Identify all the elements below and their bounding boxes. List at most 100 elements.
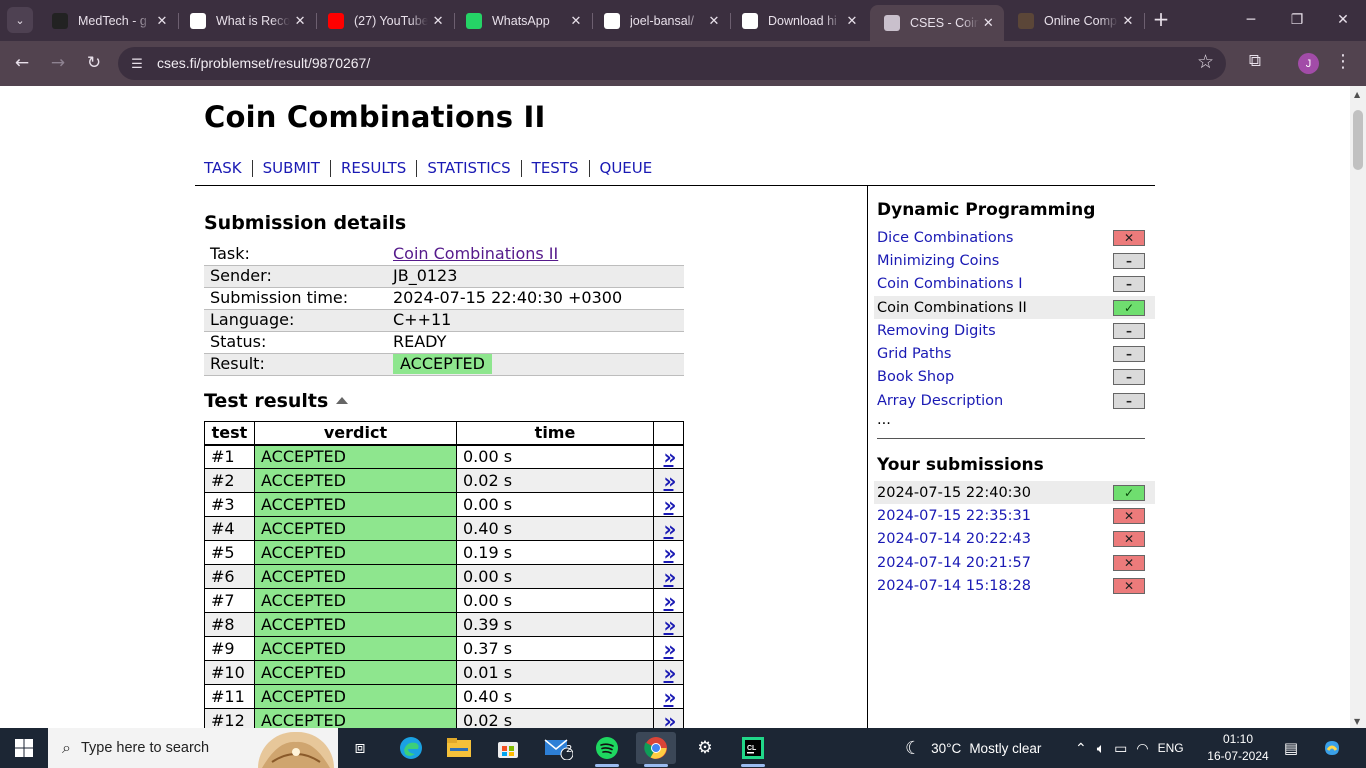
task-link[interactable]: Coin Combinations II	[393, 244, 558, 263]
browser-tab[interactable]: WhatsApp ✕	[452, 5, 593, 36]
copilot-icon[interactable]	[1312, 732, 1352, 764]
sidebar-problem-item[interactable]: Coin Combinations II ✓	[874, 295, 1155, 320]
forward-button[interactable]: →	[44, 49, 72, 77]
sidebar-problem-item[interactable]: Minimizing Coins –	[877, 249, 1155, 272]
nav-task[interactable]: TASK	[204, 160, 252, 177]
nav-submit[interactable]: SUBMIT	[251, 160, 330, 177]
view-test-link[interactable]: »	[653, 708, 684, 728]
profile-avatar[interactable]: J	[1298, 53, 1319, 74]
view-test-link[interactable]: »	[653, 660, 684, 685]
nav-tests[interactable]: TESTS	[520, 160, 589, 177]
search-highlight-image[interactable]	[258, 732, 334, 768]
close-tab-icon[interactable]: ✕	[428, 13, 448, 29]
sidebar-problem-item[interactable]: Coin Combinations I –	[877, 273, 1155, 296]
sidebar-problem-item[interactable]: Dice Combinations ✕	[877, 226, 1155, 249]
notifications-icon[interactable]: ▤	[1273, 732, 1309, 764]
submission-link[interactable]: 2024-07-14 20:22:43	[877, 531, 1031, 547]
problem-link[interactable]: Book Shop	[877, 369, 954, 385]
problem-link[interactable]: Dice Combinations	[877, 230, 1013, 246]
search-placeholder[interactable]: Type here to search	[81, 740, 209, 756]
browser-tab[interactable]: MedTech - g ✕	[38, 5, 179, 36]
close-tab-icon[interactable]: ✕	[152, 13, 172, 29]
browser-tab[interactable]: What is Reco ✕	[176, 5, 317, 36]
edge-icon[interactable]	[391, 732, 431, 764]
close-tab-icon[interactable]: ✕	[566, 13, 586, 29]
reload-button[interactable]: ↻	[80, 49, 108, 77]
back-button[interactable]: ←	[8, 49, 36, 77]
restore-button[interactable]: ❐	[1274, 0, 1320, 40]
browser-tab[interactable]: Download hi ✕	[728, 5, 868, 36]
scroll-thumb[interactable]	[1353, 110, 1363, 170]
mail-icon[interactable]: 2	[538, 732, 578, 764]
store-icon[interactable]	[488, 732, 528, 764]
close-tab-icon[interactable]: ✕	[704, 13, 724, 29]
sidebar-problem-item[interactable]: Array Description –	[877, 389, 1155, 412]
submission-item[interactable]: 2024-07-14 15:18:28 ✕	[877, 574, 1155, 597]
view-test-link[interactable]: »	[653, 636, 684, 661]
view-test-link[interactable]: »	[653, 588, 684, 613]
browser-tab[interactable]: joel-bansal/ ✕	[590, 5, 731, 36]
nav-statistics[interactable]: STATISTICS	[416, 160, 520, 177]
submission-item[interactable]: 2024-07-14 20:22:43 ✕	[877, 528, 1155, 551]
tab-search-button[interactable]: ⌄	[7, 7, 33, 33]
close-window-button[interactable]: ✕	[1320, 0, 1366, 40]
view-test-link[interactable]: »	[653, 684, 684, 709]
submission-link[interactable]: 2024-07-14 15:18:28	[877, 578, 1031, 594]
view-test-link[interactable]: »	[653, 540, 684, 565]
clion-icon[interactable]: CL	[733, 732, 773, 767]
language-indicator[interactable]: ENG	[1158, 741, 1184, 755]
problem-link[interactable]: Removing Digits	[877, 323, 996, 339]
problem-link[interactable]: Coin Combinations II	[877, 300, 1027, 316]
wifi-icon[interactable]: ◠	[1136, 740, 1148, 757]
settings-gear-icon[interactable]: ⚙	[685, 732, 725, 764]
scroll-down-arrow-icon[interactable]: ▼	[1354, 717, 1360, 726]
nav-queue[interactable]: QUEUE	[588, 160, 663, 177]
weather-widget[interactable]: ☾ 30°C Mostly clear	[905, 728, 1041, 768]
submission-item[interactable]: 2024-07-14 20:21:57 ✕	[877, 551, 1155, 574]
task-view-icon[interactable]: ⧈	[340, 732, 380, 764]
submission-item[interactable]: 2024-07-15 22:35:31 ✕	[877, 504, 1155, 527]
submission-link[interactable]: 2024-07-14 20:21:57	[877, 555, 1031, 571]
browser-menu-icon[interactable]: ⋮	[1334, 51, 1352, 75]
sidebar-problem-item[interactable]: Book Shop –	[877, 366, 1155, 389]
url-text[interactable]: cses.fi/problemset/result/9870267/	[157, 55, 370, 71]
battery-icon[interactable]: ▭	[1114, 740, 1127, 757]
chrome-icon[interactable]	[636, 732, 676, 767]
start-button[interactable]	[0, 728, 48, 768]
close-tab-icon[interactable]: ✕	[979, 15, 998, 31]
bookmark-star-icon[interactable]: ☆	[1197, 51, 1214, 73]
browser-tab[interactable]: Online Comp ✕	[1004, 5, 1145, 36]
problem-link[interactable]: Coin Combinations I	[877, 276, 1022, 292]
browser-tab[interactable]: (27) YouTube ✕	[314, 5, 455, 36]
submission-item[interactable]: 2024-07-15 22:40:30 ✓	[874, 481, 1155, 505]
view-test-link[interactable]: »	[653, 444, 684, 469]
page-scrollbar[interactable]: ▲ ▼	[1350, 86, 1366, 728]
taskbar-search-box[interactable]: ⌕ Type here to search	[48, 728, 338, 768]
submission-link[interactable]: 2024-07-15 22:40:30	[877, 485, 1031, 501]
view-test-link[interactable]: »	[653, 492, 684, 517]
submission-link[interactable]: 2024-07-15 22:35:31	[877, 508, 1031, 524]
scroll-up-arrow-icon[interactable]: ▲	[1354, 90, 1360, 99]
view-test-link[interactable]: »	[653, 516, 684, 541]
file-explorer-icon[interactable]	[439, 732, 479, 764]
spotify-icon[interactable]	[587, 732, 627, 767]
close-tab-icon[interactable]: ✕	[842, 13, 862, 29]
sidebar-problem-item[interactable]: Removing Digits –	[877, 319, 1155, 342]
nav-results[interactable]: RESULTS	[329, 160, 416, 177]
view-test-link[interactable]: »	[653, 612, 684, 637]
minimize-button[interactable]: ─	[1228, 0, 1274, 40]
new-tab-button[interactable]: +	[1150, 9, 1172, 31]
problem-link[interactable]: Array Description	[877, 393, 1003, 409]
extensions-icon[interactable]: ⧉	[1243, 51, 1267, 75]
browser-tab[interactable]: CSES - Coin ✕	[870, 5, 1004, 41]
address-bar[interactable]: ☰ cses.fi/problemset/result/9870267/ ☆	[118, 47, 1226, 80]
collapse-arrow-icon[interactable]	[336, 397, 349, 404]
volume-icon[interactable]: 🔈︎	[1097, 740, 1105, 757]
site-info-icon[interactable]: ☰	[126, 53, 148, 75]
view-test-link[interactable]: »	[653, 564, 684, 589]
close-tab-icon[interactable]: ✕	[290, 13, 310, 29]
taskbar-clock[interactable]: 01:10 16-07-2024	[1206, 731, 1270, 765]
view-test-link[interactable]: »	[653, 468, 684, 493]
problem-link[interactable]: Grid Paths	[877, 346, 951, 362]
problem-link[interactable]: Minimizing Coins	[877, 253, 999, 269]
